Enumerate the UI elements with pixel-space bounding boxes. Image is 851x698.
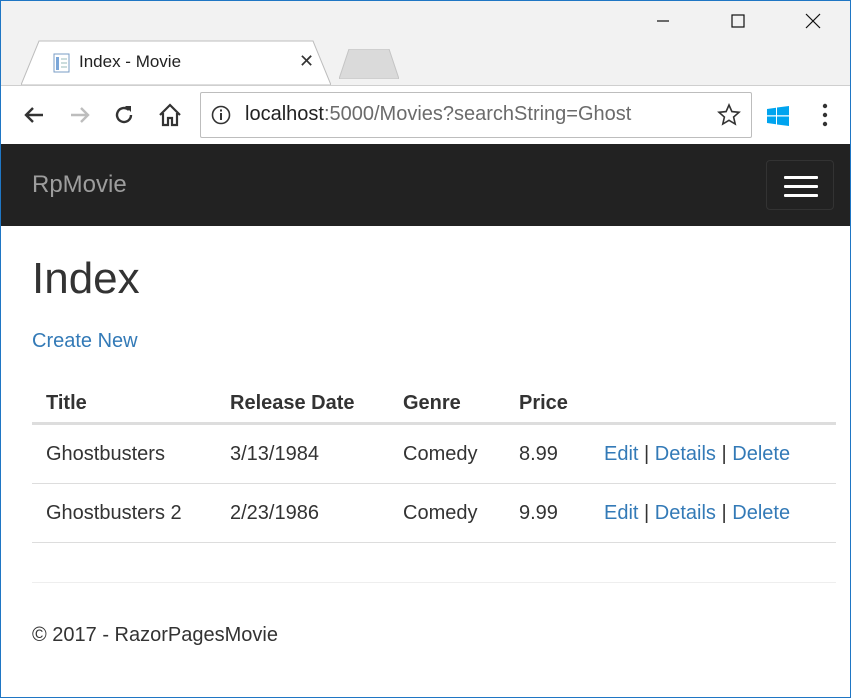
cell-actions: Edit | Details | Delete (590, 483, 836, 543)
maximize-icon[interactable] (700, 1, 775, 41)
table-row: Ghostbusters 2 2/23/1986 Comedy 9.99 Edi… (32, 483, 836, 543)
column-header-price: Price (505, 384, 590, 425)
footer-text: © 2017 - RazorPagesMovie (32, 624, 278, 646)
minimize-icon[interactable] (625, 1, 700, 41)
column-header-genre: Genre (389, 384, 505, 425)
movies-table: Title Release Date Genre Price Ghostbust… (32, 384, 836, 543)
delete-link[interactable]: Delete (732, 502, 790, 524)
tab-close-icon[interactable]: ✕ (299, 51, 314, 72)
link-separator: | (721, 501, 727, 524)
window-controls (625, 1, 850, 41)
home-icon[interactable] (155, 100, 185, 130)
info-icon[interactable] (211, 105, 231, 125)
delete-link[interactable]: Delete (732, 443, 790, 465)
cell-release-date: 3/13/1984 (216, 423, 389, 484)
details-link[interactable]: Details (655, 443, 716, 465)
link-separator: | (644, 442, 650, 465)
cell-price: 8.99 (505, 423, 590, 484)
address-bar[interactable]: localhost:5000/Movies?searchString=Ghost (200, 92, 752, 138)
cell-genre: Comedy (389, 483, 505, 543)
link-separator: | (644, 501, 650, 524)
table-row: Ghostbusters 3/13/1984 Comedy 8.99 Edit … (32, 423, 836, 484)
tab-strip: Index - Movie ✕ (1, 1, 850, 85)
cell-title: Ghostbusters 2 (32, 483, 216, 543)
footer-divider (32, 582, 836, 583)
details-link[interactable]: Details (655, 502, 716, 524)
url-host: localhost (245, 103, 324, 125)
column-header-release-date: Release Date (216, 384, 389, 425)
column-header-title: Title (32, 384, 216, 425)
edit-link[interactable]: Edit (604, 443, 638, 465)
browser-toolbar: localhost:5000/Movies?searchString=Ghost (1, 85, 850, 144)
edit-link[interactable]: Edit (604, 502, 638, 524)
cell-actions: Edit | Details | Delete (590, 423, 836, 484)
hamburger-line (784, 176, 818, 179)
reload-icon[interactable] (109, 100, 139, 130)
browser-window: Index - Movie ✕ localhost:5000/Movies?se… (0, 0, 851, 698)
table-header-row: Title Release Date Genre Price (32, 384, 836, 425)
bookmark-star-icon[interactable] (717, 103, 741, 127)
cell-title: Ghostbusters (32, 423, 216, 484)
menu-dots-icon[interactable] (821, 102, 829, 128)
page-title: Index (32, 254, 140, 303)
column-header-actions (590, 384, 836, 425)
cell-genre: Comedy (389, 423, 505, 484)
windows-extension-icon[interactable] (767, 106, 789, 126)
browser-tab-active[interactable]: Index - Movie ✕ (21, 39, 331, 85)
web-page: RpMovie Index Create New Title Release D… (1, 144, 850, 697)
address-url[interactable]: localhost:5000/Movies?searchString=Ghost (245, 103, 631, 126)
tab-title: Index - Movie (79, 52, 182, 71)
forward-arrow-icon[interactable] (65, 100, 95, 130)
cell-price: 9.99 (505, 483, 590, 543)
url-path: :5000/Movies?searchString=Ghost (323, 103, 632, 125)
window-close-icon[interactable] (775, 1, 850, 41)
link-separator: | (721, 442, 727, 465)
new-tab-button[interactable] (339, 49, 399, 79)
hamburger-line (784, 185, 818, 188)
navbar-toggle-button[interactable] (766, 160, 834, 210)
back-arrow-icon[interactable] (19, 100, 49, 130)
site-brand-link[interactable]: RpMovie (32, 171, 127, 199)
create-new-link[interactable]: Create New (32, 330, 138, 353)
page-icon (53, 53, 70, 73)
cell-release-date: 2/23/1986 (216, 483, 389, 543)
site-navbar: RpMovie (1, 144, 850, 226)
hamburger-line (784, 194, 818, 197)
